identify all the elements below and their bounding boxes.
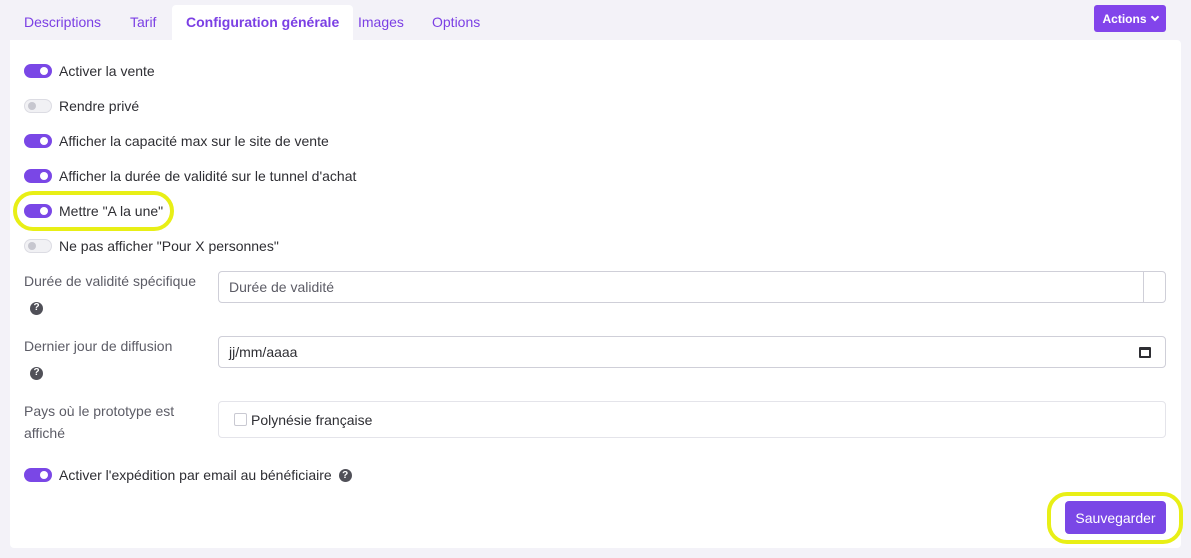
toggle-label: Mettre "A la une" xyxy=(59,203,164,219)
help-icon[interactable]: ? xyxy=(338,468,352,482)
toggle-row-a-la-une: Mettre "A la une" xyxy=(24,201,163,221)
toggle-row-duree-validite: Afficher la durée de validité sur le tun… xyxy=(24,166,356,186)
toggle-row-pour-x-personnes: Ne pas afficher "Pour X personnes" xyxy=(24,236,279,256)
countries-box: Polynésie française xyxy=(218,401,1166,438)
toggle-label: Afficher la durée de validité sur le tun… xyxy=(59,168,357,184)
date-value: jj/mm/aaaa xyxy=(229,344,298,360)
country-option-label: Polynésie française xyxy=(251,411,373,428)
save-button[interactable]: Sauvegarder xyxy=(1065,501,1166,534)
calendar-icon[interactable] xyxy=(1139,347,1151,358)
toggle-a-la-une[interactable] xyxy=(24,204,52,218)
toggle-row-activer-vente: Activer la vente xyxy=(24,61,155,81)
tab-images[interactable]: Images xyxy=(344,5,418,40)
toggle-label: Activer l'expédition par email au bénéfi… xyxy=(59,467,332,483)
actions-dropdown-button[interactable]: Actions xyxy=(1094,5,1166,32)
tab-options[interactable]: Options xyxy=(418,5,494,40)
help-icon[interactable]: ? xyxy=(30,366,43,380)
tab-configuration-generale[interactable]: Configuration générale xyxy=(172,5,354,40)
last-day-label: Dernier jour de diffusion xyxy=(24,338,173,354)
toggle-rendre-prive[interactable] xyxy=(24,99,52,113)
toggle-label: Rendre privé xyxy=(59,98,140,114)
toggle-label: Activer la vente xyxy=(59,63,155,79)
last-day-label-block: Dernier jour de diffusion ? xyxy=(24,335,204,381)
toggle-email-beneficiaire[interactable] xyxy=(24,468,52,482)
toggle-duree-validite[interactable] xyxy=(24,169,52,183)
validity-input[interactable]: Durée de validité xyxy=(218,271,1166,303)
toggle-label: Afficher la capacité max sur le site de … xyxy=(59,133,329,149)
toggle-row-email-beneficiaire: Activer l'expédition par email au bénéfi… xyxy=(24,465,352,485)
help-icon[interactable]: ? xyxy=(30,301,43,315)
validity-placeholder: Durée de validité xyxy=(229,279,335,295)
toggle-pour-x-personnes[interactable] xyxy=(24,239,52,253)
validity-label: Durée de validité spécifique xyxy=(24,273,196,289)
tab-tarif[interactable]: Tarif xyxy=(116,5,170,40)
countries-label: Pays où le prototype est affiché xyxy=(24,403,175,441)
actions-label: Actions xyxy=(1102,11,1147,26)
toggle-label: Ne pas afficher "Pour X personnes" xyxy=(59,238,279,254)
country-checkbox[interactable] xyxy=(234,413,247,426)
tab-bar: Descriptions Tarif Configuration général… xyxy=(0,0,1191,40)
tab-descriptions[interactable]: Descriptions xyxy=(10,5,115,40)
toggle-capacite-max[interactable] xyxy=(24,134,52,148)
toggle-row-rendre-prive: Rendre privé xyxy=(24,96,139,116)
last-day-date-input[interactable]: jj/mm/aaaa xyxy=(218,336,1166,368)
validity-label-block: Durée de validité spécifique ? xyxy=(24,270,204,316)
toggle-activer-vente[interactable] xyxy=(24,64,52,78)
validity-addon xyxy=(1143,272,1165,302)
toggle-row-capacite-max: Afficher la capacité max sur le site de … xyxy=(24,131,329,151)
chevron-down-icon xyxy=(1150,12,1159,22)
